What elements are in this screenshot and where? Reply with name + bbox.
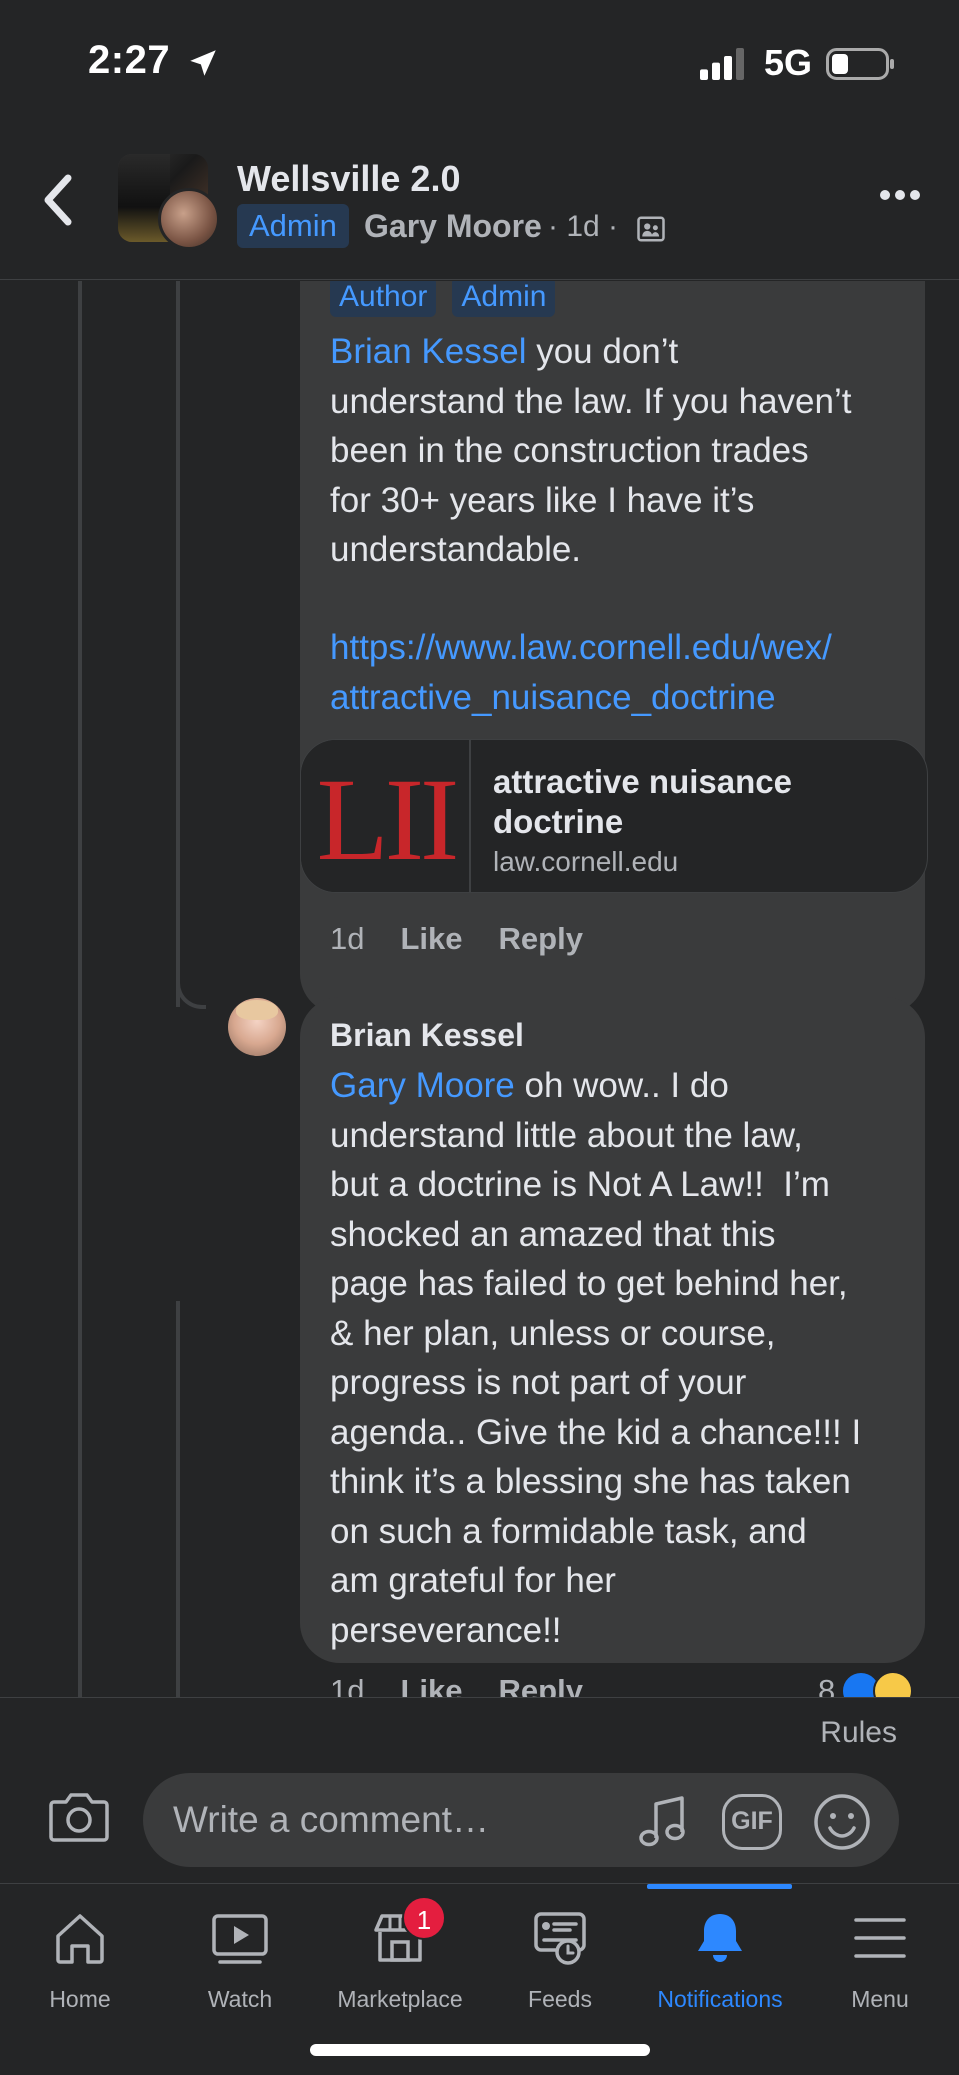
nav-watch-label: Watch	[207, 1986, 273, 2012]
location-arrow-icon	[190, 50, 216, 76]
emoji-icon[interactable]	[812, 1792, 872, 1852]
comment-text-body: understand the law. If you haven’t been …	[330, 381, 852, 570]
thread-line	[78, 281, 82, 1697]
reply-thread-line	[176, 281, 180, 1007]
nav-notifications-label: Notifications	[657, 1986, 783, 2012]
reply-button[interactable]: Reply	[499, 1673, 583, 1697]
lii-logo: LII	[301, 740, 471, 892]
comment-composer: Rules GIF	[0, 1697, 959, 1883]
nav-menu-label: Menu	[851, 1986, 909, 2012]
reply-button[interactable]: Reply	[499, 921, 583, 957]
commenter-avatar[interactable]	[228, 998, 286, 1056]
comment-time: 1d	[330, 1673, 365, 1697]
reply-thread-line	[176, 1301, 180, 1697]
comment-input[interactable]	[143, 1773, 899, 1867]
post-header: Wellsville 2.0 Admin Gary Moore · 1d ·	[0, 130, 959, 280]
camera-icon[interactable]	[48, 1790, 110, 1844]
nav-notifications[interactable]: Notifications	[640, 1884, 800, 2012]
battery-icon	[826, 48, 894, 80]
signal-icon	[700, 48, 744, 80]
comment-time: 1d	[330, 921, 365, 956]
status-bar: 2:27 5G	[0, 0, 959, 130]
comment-text: Gary Moore oh wow.. I do	[330, 1066, 729, 1105]
admin-badge: Admin	[237, 204, 349, 248]
group-title[interactable]: Wellsville 2.0	[237, 158, 460, 200]
menu-icon	[854, 1918, 906, 1958]
like-button[interactable]: Like	[400, 921, 462, 957]
more-options-icon[interactable]	[878, 188, 922, 202]
post-author[interactable]: Gary Moore	[364, 208, 542, 245]
bottom-navigation: Home Watch Marketplace 1 Feeds Notificat…	[0, 1883, 959, 2075]
nav-feeds-label: Feeds	[528, 1986, 592, 2012]
comment-text-body: understand little about the law, but a d…	[330, 1115, 862, 1650]
mention-link[interactable]: Gary Moore	[330, 1066, 515, 1105]
comment-text: Brian Kessel you don’t	[330, 332, 679, 371]
nav-marketplace[interactable]: Marketplace	[320, 1884, 480, 2012]
feeds-icon	[534, 1912, 586, 1965]
back-chevron-icon[interactable]	[38, 170, 78, 230]
reaction-summary[interactable]: 8	[818, 1671, 914, 1697]
reply-connector	[176, 971, 206, 1009]
link-preview-card[interactable]: LII attractive nuisance doctrine law.cor…	[300, 739, 928, 893]
like-button[interactable]: Like	[400, 1673, 462, 1697]
group-audience-icon	[637, 216, 665, 242]
home-indicator	[310, 2044, 650, 2056]
commenter-name[interactable]: Brian Kessel	[330, 1017, 524, 1054]
nav-feeds[interactable]: Feeds	[480, 1884, 640, 2012]
bell-icon	[698, 1914, 742, 1962]
comment-badges: Author Admin	[330, 281, 556, 317]
home-icon	[56, 1914, 104, 1964]
status-time: 2:27	[88, 38, 171, 82]
admin-tag: Admin	[452, 281, 556, 317]
care-reaction-icon	[873, 1671, 914, 1697]
url-link-continued[interactable]: attractive_nuisance_doctrine	[330, 673, 776, 723]
preview-domain: law.cornell.edu	[493, 846, 679, 877]
comment-actions: 1d Like Reply	[330, 921, 583, 957]
marketplace-badge: 1	[402, 1896, 446, 1940]
music-icon[interactable]	[636, 1794, 688, 1850]
author-tag: Author	[330, 281, 437, 317]
watch-icon	[212, 1914, 268, 1964]
comment-actions: 1d Like Reply	[330, 1673, 583, 1697]
post-meta: · 1d ·	[548, 210, 619, 243]
nav-watch[interactable]: Watch	[160, 1884, 320, 2012]
gif-icon[interactable]: GIF	[722, 1794, 782, 1850]
url-link[interactable]: https://www.law.cornell.edu/wex/	[330, 623, 832, 673]
nav-home[interactable]: Home	[0, 1884, 160, 2012]
rules-link[interactable]: Rules	[820, 1716, 897, 1750]
preview-title: attractive nuisance doctrine	[493, 763, 792, 840]
mention-link[interactable]: Brian Kessel	[330, 332, 526, 371]
network-label: 5G	[764, 42, 813, 83]
nav-home-label: Home	[49, 1986, 111, 2012]
reaction-count: 8	[818, 1673, 836, 1697]
nav-marketplace-label: Marketplace	[337, 1986, 463, 2012]
author-avatar[interactable]	[158, 188, 220, 250]
nav-menu[interactable]: Menu	[800, 1884, 959, 2012]
comment-thread: Author Admin Brian Kessel you don’t unde…	[0, 281, 959, 1697]
